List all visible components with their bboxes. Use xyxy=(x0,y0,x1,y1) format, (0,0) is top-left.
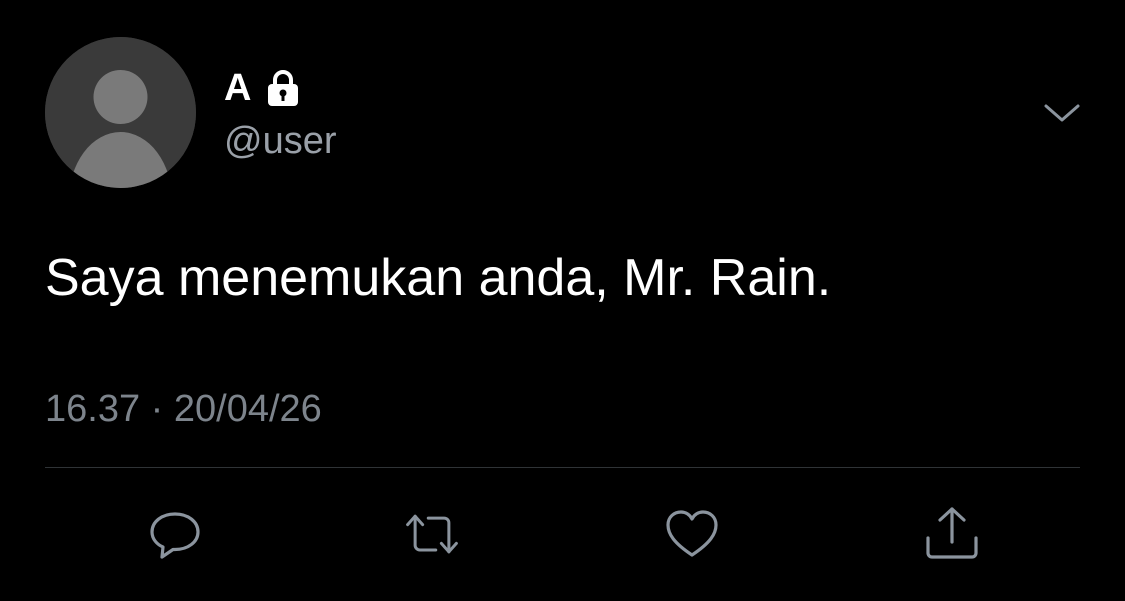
tweet-text: Saya menemukan anda, Mr. Rain. xyxy=(45,249,832,307)
lock-icon xyxy=(263,68,303,108)
divider xyxy=(45,467,1080,468)
avatar[interactable] xyxy=(45,37,196,188)
tweet-timestamp[interactable]: 16.37 · 20/04/26 xyxy=(45,386,322,432)
like-button[interactable] xyxy=(662,504,722,564)
heart-icon xyxy=(666,510,718,557)
author-name-row: A xyxy=(224,66,303,110)
share-upload-icon xyxy=(926,507,978,559)
retweet-icon xyxy=(406,514,458,554)
timestamp-separator: · xyxy=(150,388,164,430)
share-button[interactable] xyxy=(922,504,982,564)
tweet-date: 20/04/26 xyxy=(173,388,322,430)
retweet-button[interactable] xyxy=(402,504,462,564)
author-handle[interactable]: @user xyxy=(224,118,337,164)
chevron-down-icon[interactable] xyxy=(1040,96,1084,132)
default-avatar-icon xyxy=(45,37,196,188)
tweet-time: 16.37 xyxy=(45,388,141,430)
speech-bubble-icon xyxy=(150,512,200,559)
display-name[interactable]: A xyxy=(224,66,251,110)
reply-button[interactable] xyxy=(145,504,205,564)
tweet-card: A @user Saya menemukan anda, Mr. Rain. 1… xyxy=(0,0,1125,601)
